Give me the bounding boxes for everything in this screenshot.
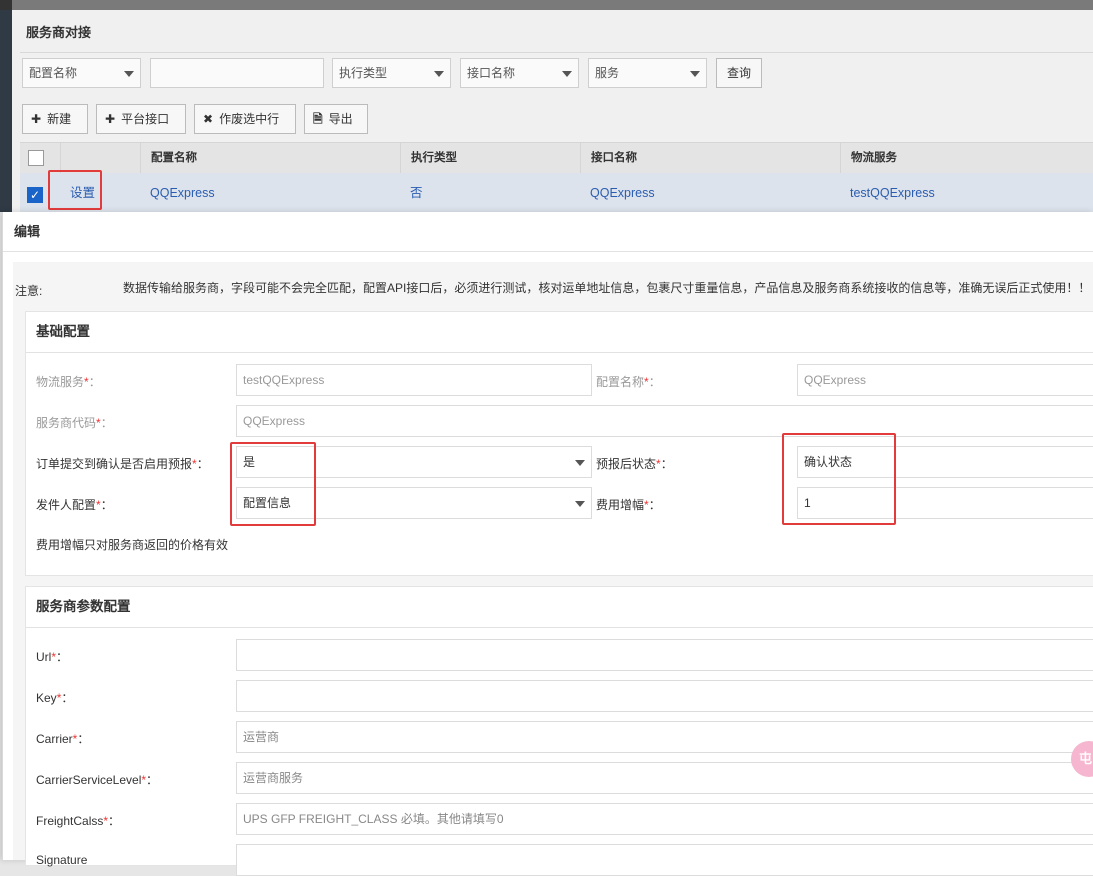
freight-class-label: FreightCalss*： (36, 814, 121, 828)
sender-config-label: 发件人配置*： (36, 498, 113, 512)
export-button-label: 导出 (328, 112, 353, 126)
header-checkbox-cell (20, 143, 60, 173)
exec-type-filter-select[interactable]: 执行类型 (332, 58, 451, 88)
carrier-input[interactable]: 运营商 (236, 721, 1093, 753)
basic-config-title: 基础配置 (36, 324, 90, 339)
chevron-down-icon (575, 460, 585, 466)
note-text: 数据传输给服务商，字段可能不会完全匹配，配置API接口后，必须进行测试，核对运单… (123, 281, 1091, 295)
header-exec-type: 执行类型 (400, 143, 580, 173)
header-logistics-service: 物流服务 (840, 143, 1093, 173)
provider-code-field[interactable]: QQExpress (236, 405, 1093, 437)
carrier-service-level-input[interactable]: 运营商服务 (236, 762, 1093, 794)
chevron-down-icon (434, 71, 444, 77)
fee-hint: 费用增幅只对服务商返回的价格有效 (36, 538, 229, 552)
config-name-filter-select[interactable]: 配置名称 (22, 58, 141, 88)
basic-config-section: 基础配置 物流服务*： testQQExpress 配置名称*： QQExpre… (25, 311, 1093, 576)
platform-api-button-label: 平台接口 (121, 112, 170, 126)
url-input[interactable] (236, 639, 1093, 671)
key-label: Key*： (36, 691, 74, 705)
section-divider (26, 627, 1093, 628)
provider-params-section: 服务商参数配置 Url*： Key*： Carrier*： 运营商 Carrie… (25, 586, 1093, 876)
carrier-label: Carrier*： (36, 732, 90, 746)
row-config-name: QQExpress (150, 186, 215, 200)
api-name-filter-label: 接口名称 (467, 66, 516, 80)
post-report-status-field[interactable]: 确认状态 (797, 446, 1093, 478)
fee-increase-field[interactable]: 1 (797, 487, 1093, 519)
enable-prereport-label: 订单提交到确认是否启用预报*： (36, 457, 209, 471)
table-header: 配置名称 执行类型 接口名称 物流服务 (20, 142, 1093, 174)
section-divider (26, 352, 1093, 353)
chevron-down-icon (575, 501, 585, 507)
platform-api-button[interactable]: ✚ 平台接口 (96, 104, 186, 134)
row-exec-type: 否 (410, 186, 423, 200)
config-name-filter-label: 配置名称 (29, 66, 78, 80)
query-button[interactable]: 查询 (716, 58, 762, 88)
row-checkbox[interactable]: ✓ (27, 187, 43, 203)
logistics-service-label: 物流服务*： (36, 375, 101, 389)
left-nav-strip (0, 10, 12, 212)
void-selected-button-label: 作废选中行 (219, 112, 280, 126)
chevron-down-icon (690, 71, 700, 77)
signature-input[interactable] (236, 844, 1093, 876)
sender-config-select[interactable]: 配置信息 (236, 487, 592, 519)
key-input[interactable] (236, 680, 1093, 712)
logistics-service-field[interactable]: testQQExpress (236, 364, 592, 396)
carrier-service-level-placeholder: 运营商服务 (243, 771, 304, 785)
select-all-checkbox[interactable] (28, 150, 44, 166)
api-name-filter-select[interactable]: 接口名称 (460, 58, 579, 88)
carrier-service-level-label: CarrierServiceLevel*： (36, 773, 159, 787)
config-name-filter-input[interactable] (150, 58, 324, 88)
carrier-placeholder: 运营商 (243, 730, 280, 744)
row-settings-link[interactable]: 设置 (60, 173, 140, 213)
new-button-label: 新建 (47, 112, 72, 126)
freight-class-placeholder: UPS GFP FREIGHT_CLASS 必填。其他请填写0 (243, 812, 504, 826)
signature-label: Signature (36, 853, 88, 867)
dialog-title: 编辑 (3, 212, 1093, 252)
row-logistics-service: testQQExpress (850, 186, 935, 200)
fee-increase-label: 费用增幅*： (596, 498, 661, 512)
void-selected-button[interactable]: ✖ 作废选中行 (194, 104, 296, 134)
close-icon: ✖ (203, 112, 214, 126)
top-bar-corner (0, 0, 12, 10)
title-divider (20, 52, 1093, 53)
edit-dialog: 编辑 注意: 数据传输给服务商，字段可能不会完全匹配，配置API接口后，必须进行… (2, 212, 1093, 876)
plus-icon: ✚ (105, 112, 116, 126)
new-button[interactable]: ✚ 新建 (22, 104, 88, 134)
list-panel: 服务商对接 配置名称 执行类型 接口名称 服务 查询 ✚ 新建 ✚ 平台接口 ✖ 作废… (12, 10, 1093, 213)
export-file-icon: 🗎 (313, 112, 323, 126)
post-report-status-label: 预报后状态*： (596, 457, 673, 471)
plus-icon: ✚ (31, 112, 42, 126)
chevron-down-icon (124, 71, 134, 77)
service-filter-label: 服务 (595, 66, 620, 80)
top-bar (0, 0, 1093, 10)
config-name-field[interactable]: QQExpress (797, 364, 1093, 396)
chevron-down-icon (562, 71, 572, 77)
sender-config-value: 配置信息 (243, 496, 292, 510)
service-filter-select[interactable]: 服务 (588, 58, 707, 88)
enable-prereport-select[interactable]: 是 (236, 446, 592, 478)
url-label: Url*： (36, 650, 69, 664)
list-page: 服务商对接 配置名称 执行类型 接口名称 服务 查询 ✚ 新建 ✚ 平台接口 ✖ 作废… (0, 0, 1093, 213)
header-config-name: 配置名称 (140, 143, 400, 173)
provider-code-label: 服务商代码*： (36, 416, 113, 430)
export-button[interactable]: 🗎 导出 (304, 104, 368, 134)
header-action (60, 143, 140, 173)
freight-class-input[interactable]: UPS GFP FREIGHT_CLASS 必填。其他请填写0 (236, 803, 1093, 835)
row-api-name: QQExpress (590, 186, 655, 200)
exec-type-filter-label: 执行类型 (339, 66, 388, 80)
header-api-name: 接口名称 (580, 143, 840, 173)
config-name-label: 配置名称*： (596, 375, 661, 389)
provider-params-title: 服务商参数配置 (36, 599, 131, 614)
enable-prereport-value: 是 (243, 455, 256, 469)
page-title: 服务商对接 (26, 25, 92, 40)
table-row: ✓ 设置 QQExpress 否 QQExpress testQQExpress (20, 173, 1093, 213)
note-label: 注意: (15, 284, 43, 298)
